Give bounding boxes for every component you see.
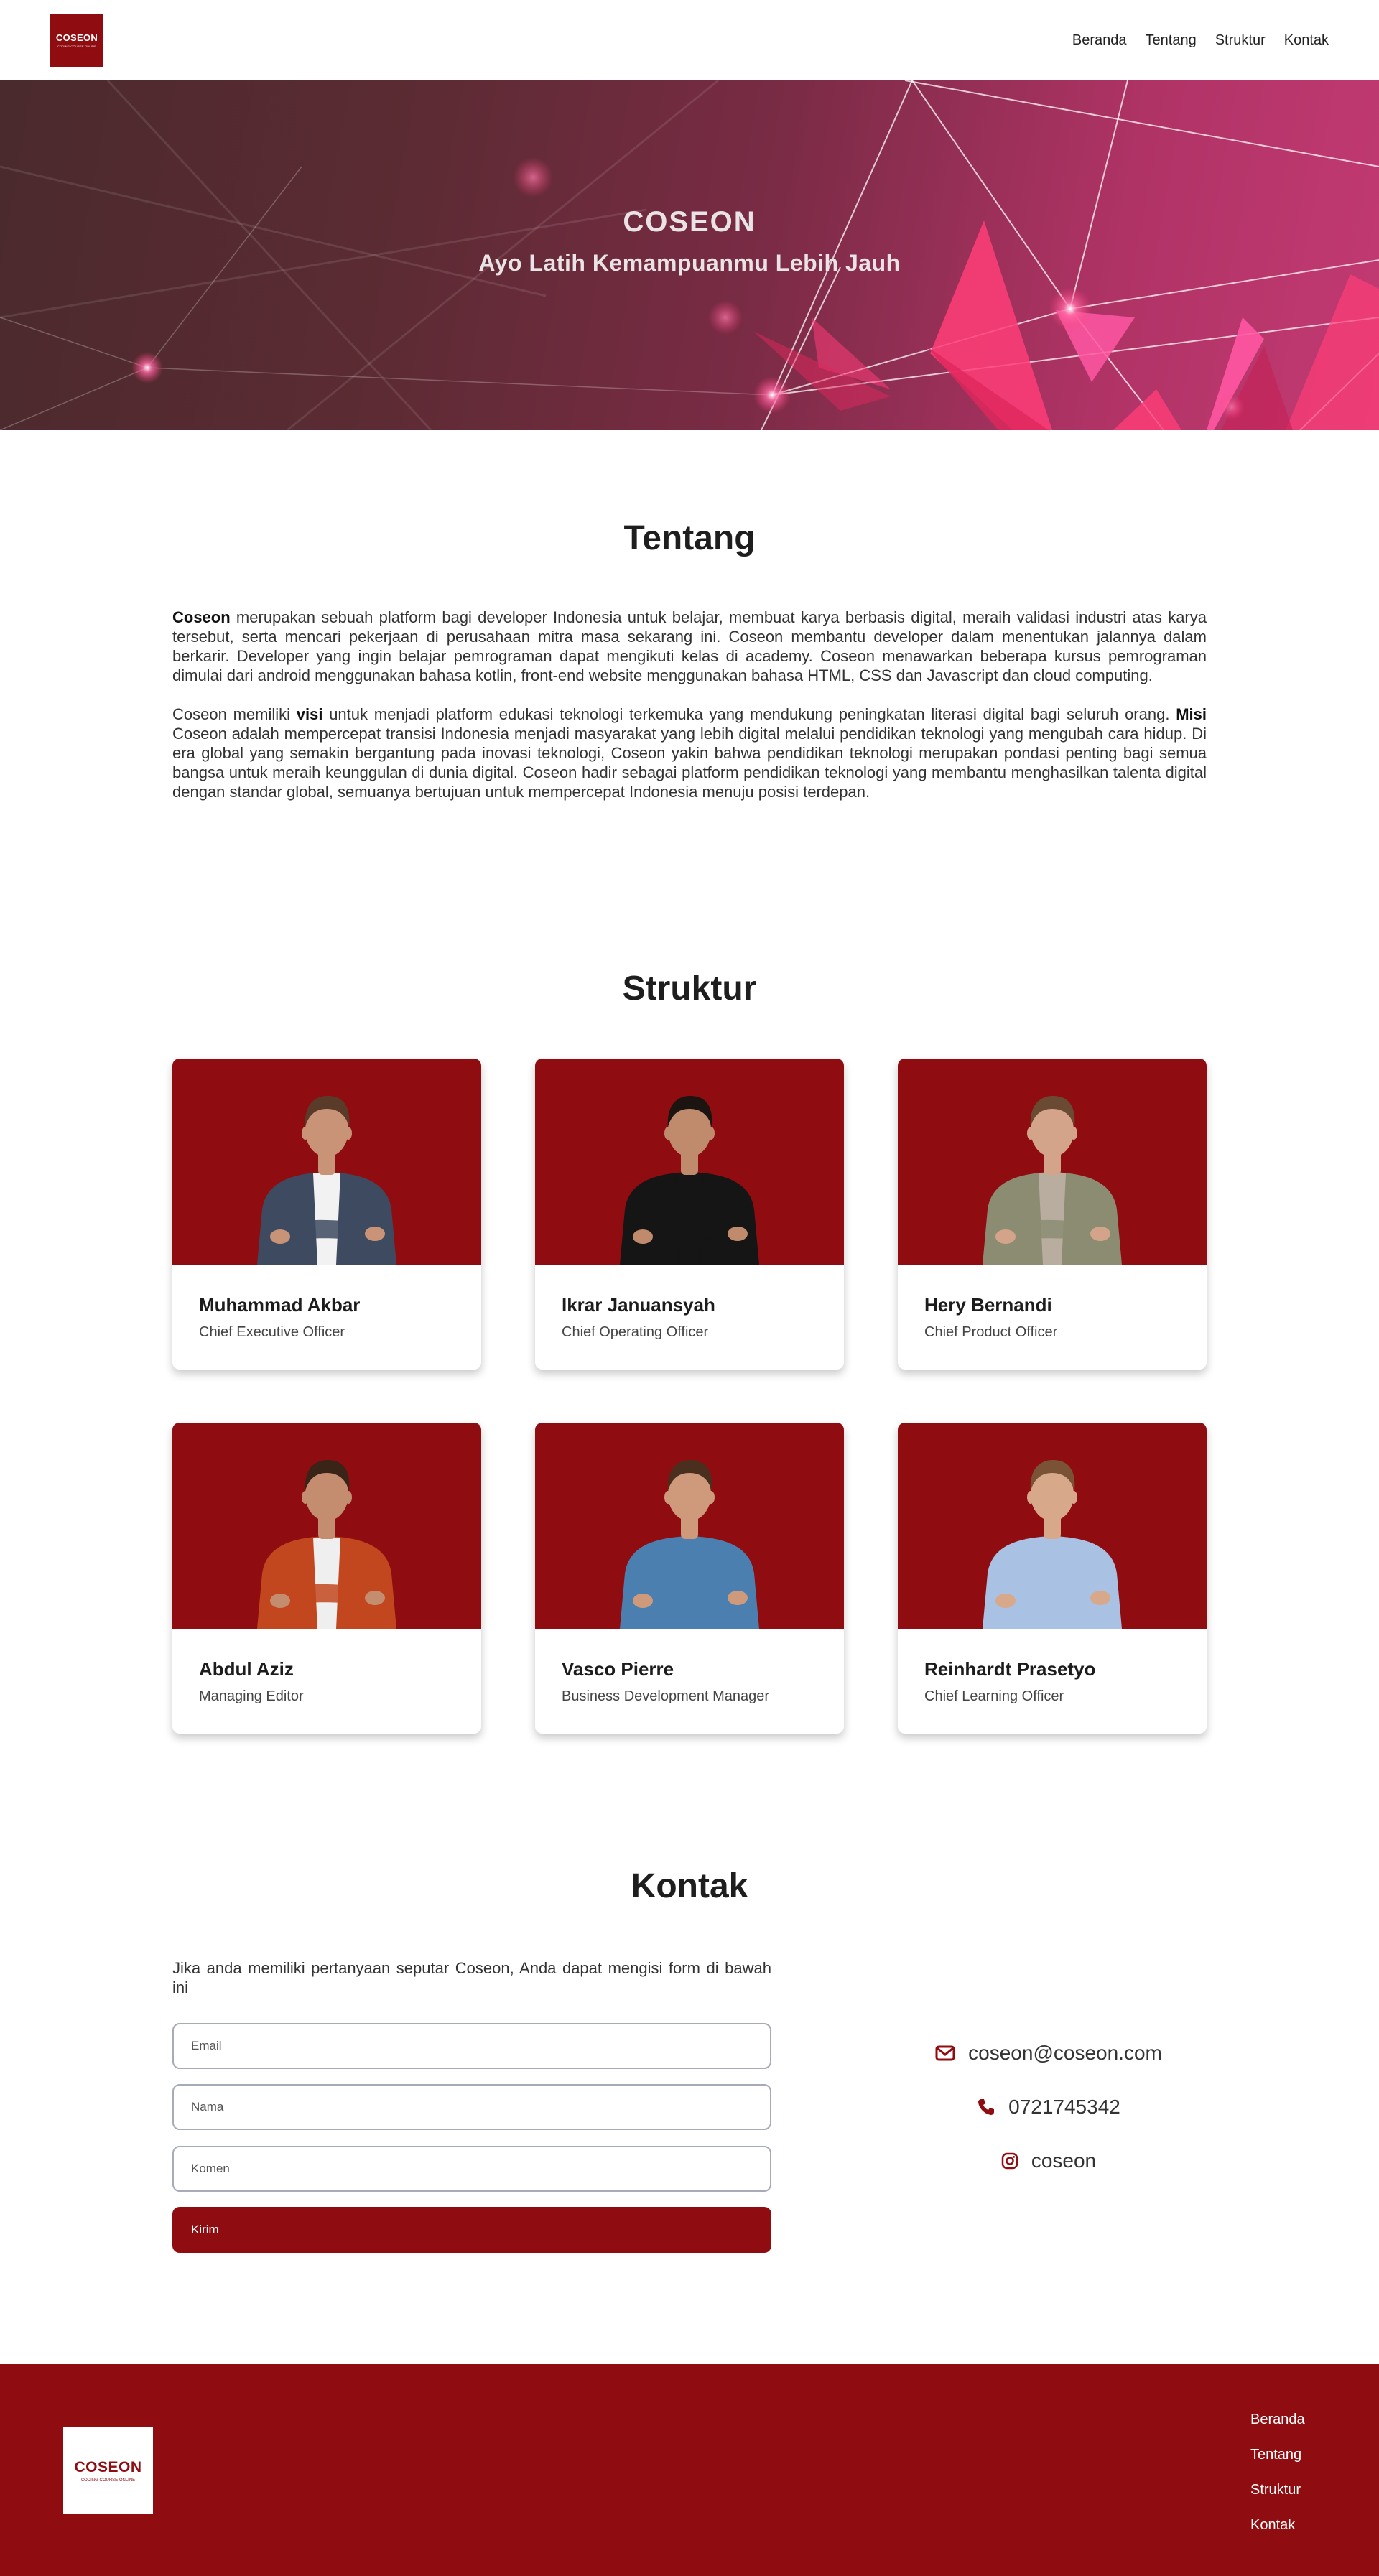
brand-logo-tagline: CODING COURSE ONLINE	[57, 45, 97, 48]
member-card[interactable]: Vasco Pierre Business Development Manage…	[535, 1423, 844, 1734]
footer-logo-text: COSEON	[74, 2458, 142, 2475]
person-portrait-illustration	[983, 1460, 1122, 1629]
member-role: Chief Executive Officer	[199, 1324, 345, 1340]
member-name: Ikrar Januansyah	[562, 1294, 715, 1316]
member-role: Managing Editor	[199, 1688, 304, 1704]
person-portrait-illustration	[620, 1460, 759, 1629]
footer-link-struktur[interactable]: Struktur	[1250, 2482, 1305, 2498]
nav-link-tentang[interactable]: Tentang	[1146, 32, 1197, 49]
contact-instagram-row: coseon	[848, 2148, 1250, 2174]
footer-logo[interactable]: COSEON CODING COURSE ONLINE	[63, 2427, 153, 2514]
member-card[interactable]: Hery Bernandi Chief Product Officer	[898, 1059, 1207, 1370]
contact-description: Jika anda memiliki pertanyaan seputar Co…	[172, 1959, 771, 1996]
about-p2-b: untuk menjadi platform edukasi teknologi…	[322, 705, 1176, 723]
name-field[interactable]	[172, 2084, 771, 2130]
comment-field[interactable]	[172, 2146, 771, 2192]
about-misi-bold: Misi	[1176, 705, 1207, 723]
footer-nav: Beranda Tentang Struktur Kontak	[1250, 2412, 1305, 2534]
member-photo	[535, 1059, 844, 1265]
footer-link-beranda[interactable]: Beranda	[1250, 2412, 1305, 2428]
hero-subtitle: Ayo Latih Kemampuanmu Lebih Jauh	[478, 249, 901, 276]
member-photo	[172, 1423, 481, 1629]
about-p2-a: Coseon memiliki	[172, 705, 297, 723]
submit-button[interactable]: Kirim	[172, 2207, 771, 2253]
brand-logo[interactable]: COSEON CODING COURSE ONLINE	[50, 14, 103, 67]
about-section-title: Tentang	[623, 519, 756, 557]
email-field[interactable]	[172, 2023, 771, 2069]
member-name: Muhammad Akbar	[199, 1294, 361, 1316]
member-photo	[898, 1059, 1207, 1265]
member-name: Hery Bernandi	[924, 1294, 1052, 1316]
hero-text: COSEON Ayo Latih Kemampuanmu Lebih Jauh	[0, 80, 1379, 430]
footer: COSEON CODING COURSE ONLINE Beranda Tent…	[0, 2364, 1379, 2576]
person-portrait-illustration	[257, 1460, 396, 1629]
footer-link-kontak[interactable]: Kontak	[1250, 2517, 1305, 2534]
contact-email-link[interactable]: coseon@coseon.com	[968, 2042, 1162, 2065]
about-p2-c: Coseon adalah mempercepat transisi Indon…	[172, 725, 1207, 801]
nav-link-struktur[interactable]: Struktur	[1215, 32, 1266, 49]
about-visi-bold: visi	[296, 705, 323, 723]
phone-icon	[978, 2099, 995, 2115]
contact-instagram-link[interactable]: coseon	[1031, 2149, 1096, 2172]
hero-title: COSEON	[623, 205, 756, 238]
structure-section-title: Struktur	[622, 970, 757, 1008]
footer-link-tentang[interactable]: Tentang	[1250, 2447, 1305, 2463]
member-role: Business Development Manager	[562, 1688, 770, 1704]
member-name: Reinhardt Prasetyo	[924, 1658, 1096, 1680]
member-role: Chief Product Officer	[924, 1324, 1058, 1340]
about-p1-text: merupakan sebuah platform bagi developer…	[172, 608, 1207, 684]
person-portrait-illustration	[620, 1096, 759, 1265]
member-card[interactable]: Ikrar Januansyah Chief Operating Officer	[535, 1059, 844, 1370]
about-brand-bold: Coseon	[172, 608, 231, 626]
member-photo	[898, 1423, 1207, 1629]
contact-section-title: Kontak	[631, 1867, 748, 1905]
member-name: Vasco Pierre	[562, 1658, 674, 1680]
member-card[interactable]: Muhammad Akbar Chief Executive Officer	[172, 1059, 481, 1370]
member-photo	[535, 1423, 844, 1629]
person-portrait-illustration	[257, 1096, 396, 1265]
contact-phone-row: 0721745342	[848, 2094, 1250, 2120]
about-section-body: Coseon merupakan sebuah platform bagi de…	[172, 608, 1207, 801]
brand-logo-text: COSEON	[55, 32, 98, 43]
instagram-icon	[1001, 2152, 1018, 2170]
member-card[interactable]: Reinhardt Prasetyo Chief Learning Office…	[898, 1423, 1207, 1734]
about-paragraph-1: Coseon merupakan sebuah platform bagi de…	[172, 608, 1207, 685]
nav-menu: Beranda Tentang Struktur Kontak	[1072, 32, 1329, 49]
member-role: Chief Learning Officer	[924, 1688, 1064, 1704]
member-photo	[172, 1059, 481, 1265]
person-portrait-illustration	[983, 1096, 1122, 1265]
about-paragraph-2: Coseon memiliki visi untuk menjadi platf…	[172, 705, 1207, 801]
member-name: Abdul Aziz	[199, 1658, 294, 1680]
member-role: Chief Operating Officer	[562, 1324, 709, 1340]
nav-link-kontak[interactable]: Kontak	[1284, 32, 1329, 49]
contact-phone-number: 0721745342	[1008, 2096, 1120, 2118]
contact-email-row: coseon@coseon.com	[848, 2040, 1250, 2066]
member-card[interactable]: Abdul Aziz Managing Editor	[172, 1423, 481, 1734]
hero-banner: COSEON Ayo Latih Kemampuanmu Lebih Jauh	[0, 80, 1379, 430]
navbar: COSEON CODING COURSE ONLINE Beranda Tent…	[0, 0, 1379, 80]
nav-link-beranda[interactable]: Beranda	[1072, 32, 1127, 49]
footer-logo-tagline: CODING COURSE ONLINE	[80, 2478, 136, 2483]
envelope-icon	[935, 2045, 955, 2061]
